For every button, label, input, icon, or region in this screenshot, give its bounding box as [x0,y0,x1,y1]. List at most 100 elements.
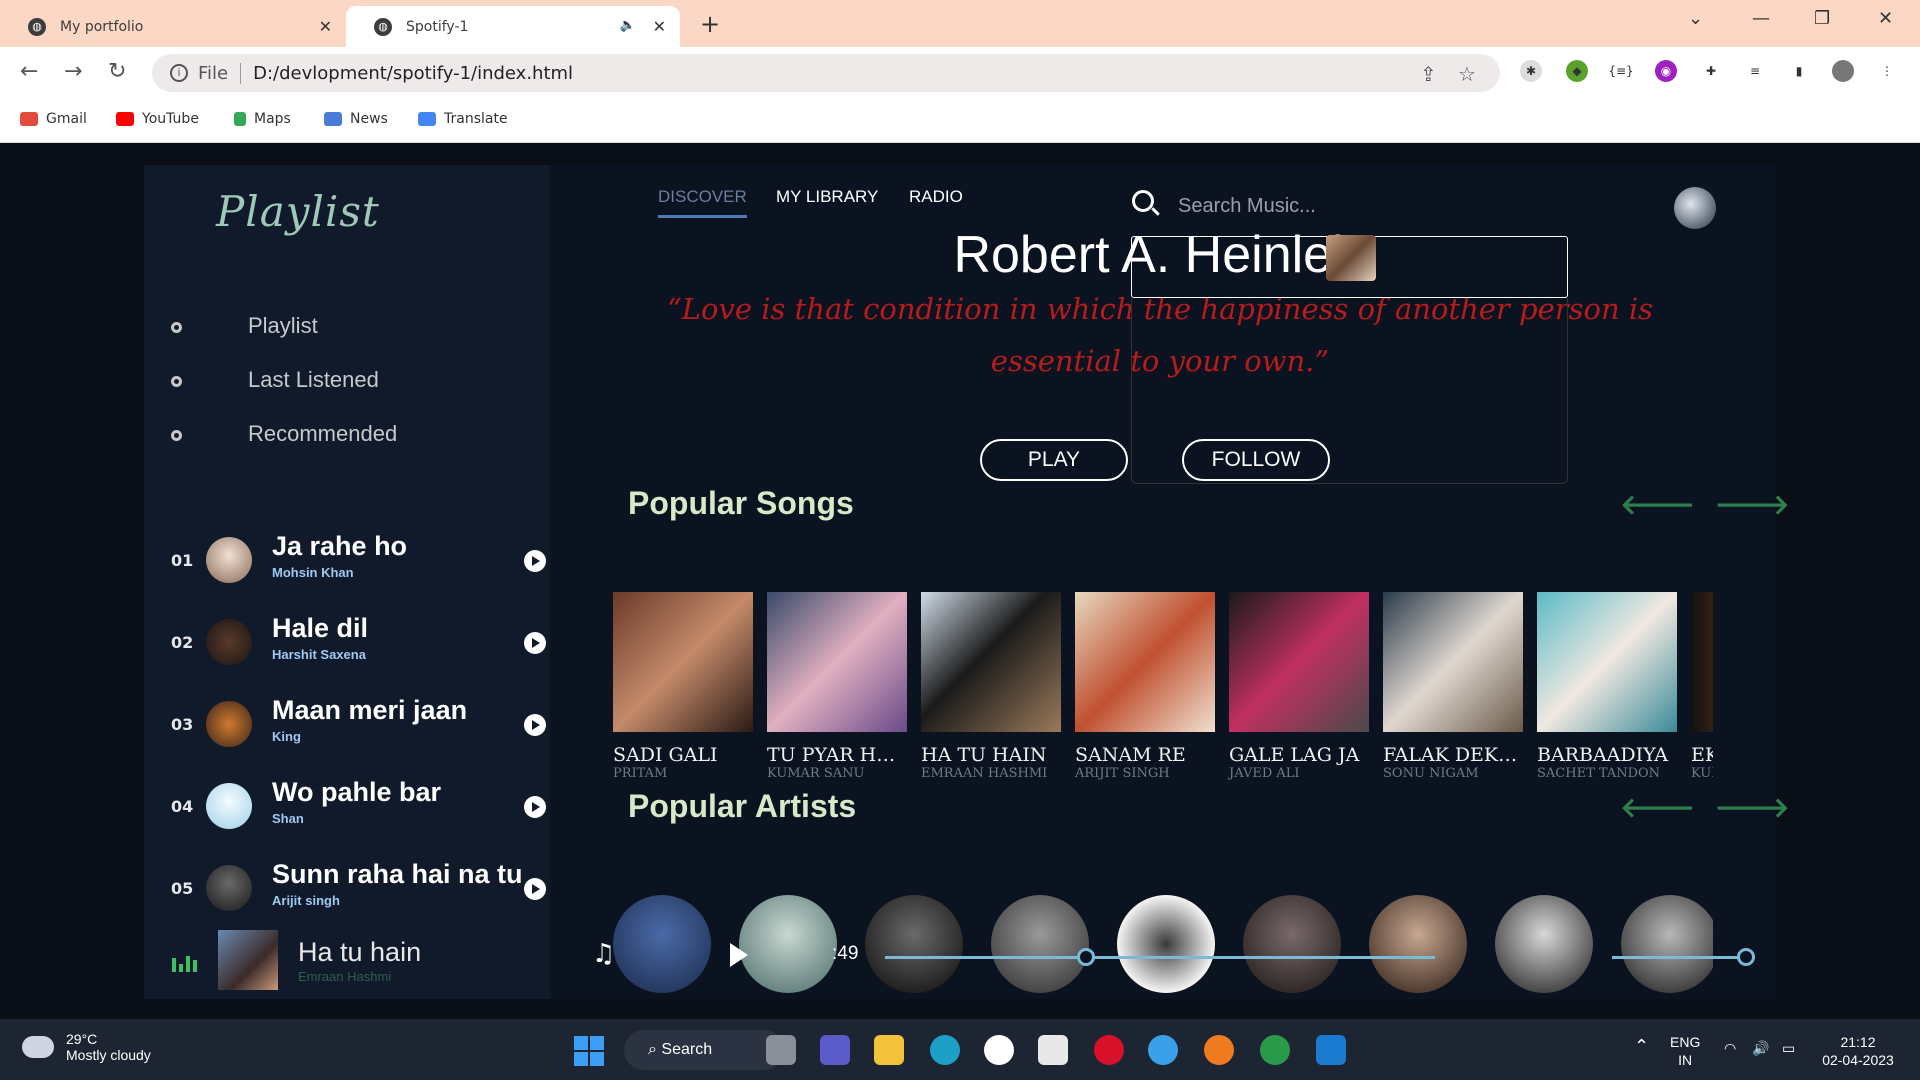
taskbar-search[interactable]: ⌕ Search [624,1030,784,1070]
volume-handle[interactable] [1737,948,1755,966]
play-icon[interactable] [524,632,546,654]
song-card[interactable] [1691,592,1713,732]
list-item[interactable]: 01 Ja rahe ho Mohsin Khan [144,527,550,597]
volume-slider[interactable] [1612,956,1742,959]
volume-icon[interactable]: 🔊 [1752,1039,1769,1057]
arrow-right-icon[interactable]: 🡒 [1715,488,1790,521]
list-item[interactable]: 04 Wo pahle bar Shan [144,773,550,843]
search-dropdown-panel [1131,298,1568,484]
song-card-label: TU PYAR HAI KISI AUR KAKUMAR SANU [767,744,907,781]
address-input[interactable]: i File D:/devlopment/spotify-1/index.htm… [152,54,1500,92]
song-card[interactable] [921,592,1061,732]
app-icon[interactable] [984,1035,1014,1065]
main-content: DISCOVER MY LIBRARY RADIO Robert A. Hein… [550,165,1790,999]
seek-bar[interactable] [885,956,1435,959]
close-window-button[interactable]: ✕ [1878,8,1893,29]
song-thumbnail [206,701,252,747]
youtube-icon [116,112,134,126]
chrome-icon[interactable] [1260,1035,1290,1065]
new-tab-button[interactable]: + [700,10,720,38]
sidebar: Playlist Playlist Last Listened Recommen… [144,165,550,999]
close-icon[interactable]: ✕ [653,17,666,36]
globe-icon: ◍ [28,17,46,36]
tab-discover[interactable]: DISCOVER [658,187,747,218]
opera-icon[interactable] [1094,1035,1124,1065]
search-input[interactable] [1178,191,1478,221]
news-icon [324,112,342,126]
windows-start-icon[interactable] [574,1036,604,1066]
song-card[interactable] [1537,592,1677,732]
avatar[interactable] [1674,187,1716,229]
bookmark-news[interactable]: News [324,111,388,127]
play-icon[interactable] [524,714,546,736]
restore-button[interactable]: ❐ [1814,8,1830,29]
close-icon[interactable]: ✕ [319,17,332,36]
teams-icon[interactable] [820,1035,850,1065]
chevron-up-icon[interactable]: ⌃ [1634,1037,1649,1055]
share-icon[interactable]: ⇪ [1420,62,1437,86]
music-note-icon: ♫ [592,939,616,969]
browser-app-icon[interactable] [1148,1035,1178,1065]
bookmark-translate[interactable]: Translate [418,111,508,127]
file-explorer-icon[interactable] [874,1035,904,1065]
forward-icon[interactable]: → [64,59,82,84]
play-icon[interactable] [524,550,546,572]
artist-carousel-arrows: 🡐 🡒 [1620,790,1790,824]
tab-title: Spotify-1 [406,18,469,35]
tab-spotify[interactable]: ◍ Spotify-1 🔈 ✕ [346,6,680,47]
sidepanel-icon[interactable]: ▮ [1788,60,1810,82]
edge-icon[interactable] [930,1035,960,1065]
play-icon[interactable] [524,796,546,818]
arrow-left-icon[interactable]: 🡐 [1620,791,1695,824]
firefox-icon[interactable] [1204,1035,1234,1065]
song-card[interactable] [1075,592,1215,732]
sidebar-item-last-listened[interactable]: Last Listened [144,361,550,401]
tab-my-library[interactable]: MY LIBRARY [776,187,878,207]
clock[interactable]: 21:12 02-04-2023 [1818,1033,1898,1069]
minimize-button[interactable]: — [1752,8,1770,29]
profile-icon[interactable] [1832,60,1854,82]
html-extension-icon[interactable]: ◆ [1566,60,1588,82]
bookmark-youtube[interactable]: YouTube [116,111,199,127]
play-icon[interactable] [730,943,748,967]
reload-icon[interactable]: ↻ [108,59,126,84]
speaker-icon[interactable]: 🔈 [620,18,636,33]
task-view-icon[interactable] [766,1035,796,1065]
song-card[interactable] [767,592,907,732]
tab-search-icon[interactable]: ⌄ [1688,8,1703,29]
color-extension-icon[interactable]: ◉ [1655,60,1677,82]
sidebar-item-recommended[interactable]: Recommended [144,415,550,455]
list-item[interactable]: 03 Maan meri jaan King [144,691,550,761]
menu-icon[interactable]: ⋮ [1876,60,1898,82]
json-extension-icon[interactable]: {≡} [1608,60,1633,82]
media-icon[interactable]: ≡ [1744,60,1766,82]
wifi-icon[interactable]: ◠ [1724,1039,1736,1057]
search-icon[interactable] [1132,190,1154,212]
battery-icon[interactable]: ▭ [1782,1039,1795,1057]
store-icon[interactable] [1038,1035,1068,1065]
back-icon[interactable]: ← [20,59,38,84]
tab-my-portfolio[interactable]: ◍ My portfolio ✕ [0,6,346,47]
tab-radio[interactable]: RADIO [909,187,963,207]
bug-extension-icon[interactable]: ✱ [1520,60,1542,82]
vscode-icon[interactable] [1316,1035,1346,1065]
play-button[interactable]: PLAY [980,439,1128,481]
language-indicator[interactable]: ENG IN [1670,1033,1700,1069]
list-item[interactable]: 05 Sunn raha hai na tu Arijit singh [144,855,550,925]
list-item[interactable]: 02 Hale dil Harshit Saxena [144,609,550,679]
bookmark-gmail[interactable]: Gmail [20,111,87,127]
song-card[interactable] [613,592,753,732]
arrow-right-icon[interactable]: 🡒 [1715,791,1790,824]
sidebar-item-playlist[interactable]: Playlist [144,307,550,347]
bookmark-maps[interactable]: Maps [234,111,291,127]
puzzle-icon[interactable]: ✚ [1700,60,1722,82]
maps-icon [234,112,246,126]
info-icon[interactable]: i [170,64,188,82]
song-card[interactable] [1229,592,1369,732]
weather-widget[interactable]: 29°C Mostly cloudy [18,1028,151,1063]
star-icon[interactable]: ☆ [1458,62,1476,86]
seek-handle[interactable] [1077,948,1095,966]
song-card[interactable] [1383,592,1523,732]
play-icon[interactable] [524,878,546,900]
arrow-left-icon[interactable]: 🡐 [1620,488,1695,521]
